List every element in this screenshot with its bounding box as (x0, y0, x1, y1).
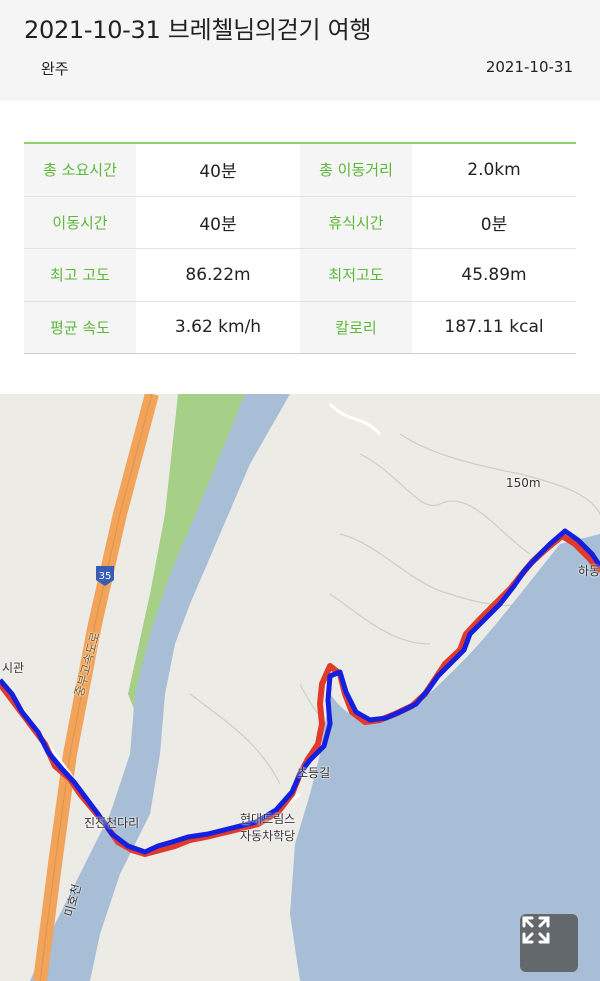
place-label-bridge: 진천천다리 (84, 816, 140, 830)
avg-speed-label: 평균 속도 (24, 301, 136, 353)
stats-row: 최고 고도 86.22m 최저고도 45.89m (24, 249, 576, 302)
min-altitude-value: 45.89m (461, 264, 527, 285)
stats-row: 이동시간 40분 휴식시간 0분 (24, 196, 576, 249)
route-map[interactable]: 35 150m 시관 진천천다리 현대드림스 자동차학당 초등길 하동 미호천 … (0, 394, 600, 981)
place-label-hadong: 하동 (578, 564, 600, 578)
region-label: 완주 (41, 60, 69, 78)
stats-row: 평균 속도 3.62 km/h 칼로리 187.11 kcal (24, 301, 576, 354)
header: 2021-10-31 브레첼님의걷기 여행 완주 2021-10-31 (0, 0, 600, 101)
fullscreen-button[interactable] (520, 914, 578, 972)
place-label-sigwan: 시관 (2, 661, 25, 675)
total-distance-label: 총 이동거리 (300, 144, 412, 196)
moving-time-value: 40분 (199, 214, 237, 235)
date-label: 2021-10-31 (485, 58, 573, 76)
elevation-label: 150m (506, 476, 541, 490)
stats-table: 총 소요시간 40분 총 이동거리 2.0km 이동시간 40분 휴식시간 0분… (24, 142, 576, 354)
avg-speed-value: 3.62 km/h (174, 317, 262, 338)
rest-time-value: 0분 (480, 214, 508, 235)
min-altitude-label: 최저고도 (300, 249, 412, 301)
rest-time-label: 휴식시간 (300, 196, 412, 248)
calorie-value: 187.11 kcal (444, 317, 544, 338)
max-altitude-value: 86.22m (185, 264, 251, 285)
stats-row: 총 소요시간 40분 총 이동거리 2.0km (24, 144, 576, 197)
expand-arrows-icon (522, 916, 550, 944)
total-time-label: 총 소요시간 (24, 144, 136, 196)
calorie-label: 칼로리 (300, 301, 412, 353)
route-number: 35 (99, 571, 112, 582)
place-label-road: 초등길 (297, 766, 331, 780)
total-time-value: 40분 (199, 162, 237, 183)
place-label-school: 현대드림스 자동차학당 (240, 812, 296, 843)
total-distance-value: 2.0km (467, 159, 521, 180)
page-title: 2021-10-31 브레첼님의걷기 여행 (24, 16, 372, 44)
max-altitude-label: 최고 고도 (24, 249, 136, 301)
moving-time-label: 이동시간 (24, 196, 136, 248)
